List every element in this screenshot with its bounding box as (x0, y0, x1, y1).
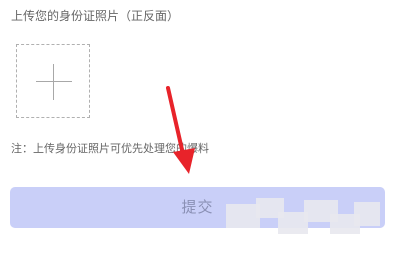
watermark (226, 196, 382, 238)
